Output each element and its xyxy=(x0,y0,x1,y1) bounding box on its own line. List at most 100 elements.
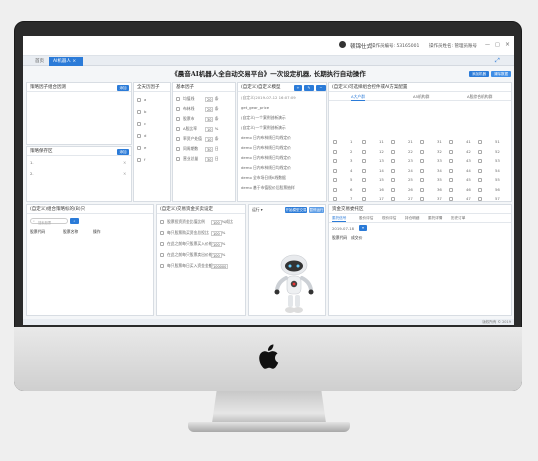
checkbox[interactable] xyxy=(391,187,395,192)
checkbox[interactable] xyxy=(160,231,164,235)
checkbox[interactable] xyxy=(333,149,337,154)
list-item[interactable]: get_gear_price xyxy=(241,105,269,110)
signals-tab[interactable]: 委托详情 xyxy=(428,216,442,221)
checkbox[interactable] xyxy=(478,149,482,154)
factor-input[interactable]: 10 xyxy=(205,126,214,132)
checkbox[interactable] xyxy=(176,147,180,151)
user-avatar[interactable] xyxy=(339,41,346,48)
number-option[interactable]: 53 xyxy=(478,158,500,163)
setting-input[interactable]: 100000 xyxy=(211,263,229,269)
remove-icon[interactable]: × xyxy=(123,160,126,165)
selector-tab[interactable]: A股综合机构群 xyxy=(467,94,492,100)
number-option[interactable]: 41 xyxy=(449,139,471,144)
signals-tab[interactable]: 股价评估 xyxy=(359,216,373,221)
number-option[interactable]: 24 xyxy=(391,168,413,173)
checkbox[interactable] xyxy=(391,159,395,163)
number-option[interactable]: 32 xyxy=(420,149,442,154)
run-select[interactable]: 运行 ▾ xyxy=(252,207,263,213)
strategy-save-add-button[interactable]: 添加 xyxy=(117,149,129,155)
checkbox[interactable] xyxy=(333,187,337,192)
clear-data-button[interactable]: 清除数据 xyxy=(491,71,511,77)
list-item[interactable]: e xyxy=(137,145,146,150)
factor-input[interactable]: 30 xyxy=(205,116,214,122)
checkbox[interactable] xyxy=(176,97,180,101)
number-option[interactable]: 15 xyxy=(362,177,384,182)
checkbox[interactable] xyxy=(160,242,164,246)
checkbox[interactable] xyxy=(478,187,482,192)
number-option[interactable]: 42 xyxy=(449,149,471,154)
checkbox[interactable] xyxy=(420,140,424,144)
number-option[interactable]: 45 xyxy=(449,177,471,182)
number-option[interactable]: 56 xyxy=(478,187,500,192)
checkbox[interactable] xyxy=(137,146,141,150)
checkbox[interactable] xyxy=(176,137,180,141)
checkbox[interactable] xyxy=(137,122,141,126)
custom-new-button[interactable]: + xyxy=(294,85,302,91)
number-option[interactable]: 31 xyxy=(420,139,442,144)
factor-input[interactable]: 20 xyxy=(205,96,214,102)
selector-tab[interactable]: A大户群 xyxy=(351,94,365,101)
number-option[interactable]: 36 xyxy=(420,187,442,192)
checkbox[interactable] xyxy=(333,159,337,163)
checkbox[interactable] xyxy=(478,159,482,163)
checkbox[interactable] xyxy=(449,178,453,182)
checkbox[interactable] xyxy=(391,168,395,173)
number-option[interactable]: 6 xyxy=(333,187,352,192)
search-input[interactable]: ⌕ 搜索股票 xyxy=(30,218,68,225)
checkbox[interactable] xyxy=(362,187,366,192)
list-item[interactable]: d xyxy=(137,133,146,138)
number-option[interactable]: 21 xyxy=(391,139,413,144)
checkbox[interactable] xyxy=(420,168,424,173)
remove-icon[interactable]: × xyxy=(123,171,126,176)
factor-input[interactable]: 10 xyxy=(205,136,214,142)
factor-input[interactable]: 30 xyxy=(205,156,214,162)
number-option[interactable]: 14 xyxy=(362,168,384,173)
list-item[interactable]: demo 日内布林线日均线定价 xyxy=(241,155,291,161)
tab-close-icon[interactable]: × xyxy=(72,59,76,64)
number-option[interactable]: 44 xyxy=(449,168,471,173)
strategy-add-button[interactable]: 添加 xyxy=(117,85,129,91)
list-item[interactable]: c xyxy=(137,121,146,126)
list-item[interactable]: demo 日内布林线日均线定价 xyxy=(241,165,291,171)
number-option[interactable]: 16 xyxy=(362,187,384,192)
checkbox[interactable] xyxy=(449,159,453,163)
pause-button[interactable]: 暂停运行 xyxy=(309,207,324,213)
checkbox[interactable] xyxy=(362,149,366,154)
checkbox[interactable] xyxy=(362,197,366,201)
checkbox[interactable] xyxy=(391,197,395,201)
factor-input[interactable]: 30 xyxy=(205,146,214,152)
signals-tab[interactable]: 持仓明细 xyxy=(405,216,419,221)
checkbox[interactable] xyxy=(478,140,482,144)
number-option[interactable]: 11 xyxy=(362,139,384,144)
checkbox[interactable] xyxy=(478,197,482,201)
number-option[interactable]: 26 xyxy=(391,187,413,192)
number-option[interactable]: 23 xyxy=(391,158,413,163)
list-item[interactable]: demo 日内布林线日均线定价 xyxy=(241,135,291,141)
number-option[interactable]: 3 xyxy=(333,158,352,163)
tab-ai-robot[interactable]: AI机器人 × xyxy=(49,57,83,66)
number-option[interactable]: 47 xyxy=(449,196,471,201)
checkbox[interactable] xyxy=(160,264,164,268)
signals-tab[interactable]: 历史订单 xyxy=(451,216,465,221)
signals-tab[interactable]: 委托信号 xyxy=(332,216,347,222)
number-option[interactable]: 25 xyxy=(391,177,413,182)
number-option[interactable]: 51 xyxy=(478,139,500,144)
fullscreen-icon[interactable]: ⤢ xyxy=(495,57,500,65)
setting-input[interactable]: 100 xyxy=(211,230,222,236)
factor-input[interactable]: 20 xyxy=(205,106,214,112)
checkbox[interactable] xyxy=(449,187,453,192)
checkbox[interactable] xyxy=(333,178,337,182)
number-option[interactable]: 2 xyxy=(333,149,352,154)
signals-tab[interactable]: 现价评估 xyxy=(382,216,396,221)
setting-input[interactable]: 100 xyxy=(211,219,222,225)
checkbox[interactable] xyxy=(333,168,337,173)
minimize-icon[interactable]: — xyxy=(485,42,490,48)
checkbox[interactable] xyxy=(333,197,337,201)
number-option[interactable]: 5 xyxy=(333,177,352,182)
checkbox[interactable] xyxy=(391,149,395,154)
number-option[interactable]: 13 xyxy=(362,158,384,163)
number-option[interactable]: 7 xyxy=(333,196,352,201)
checkbox[interactable] xyxy=(362,178,366,182)
checkbox[interactable] xyxy=(449,197,453,201)
number-option[interactable]: 1 xyxy=(333,139,352,144)
